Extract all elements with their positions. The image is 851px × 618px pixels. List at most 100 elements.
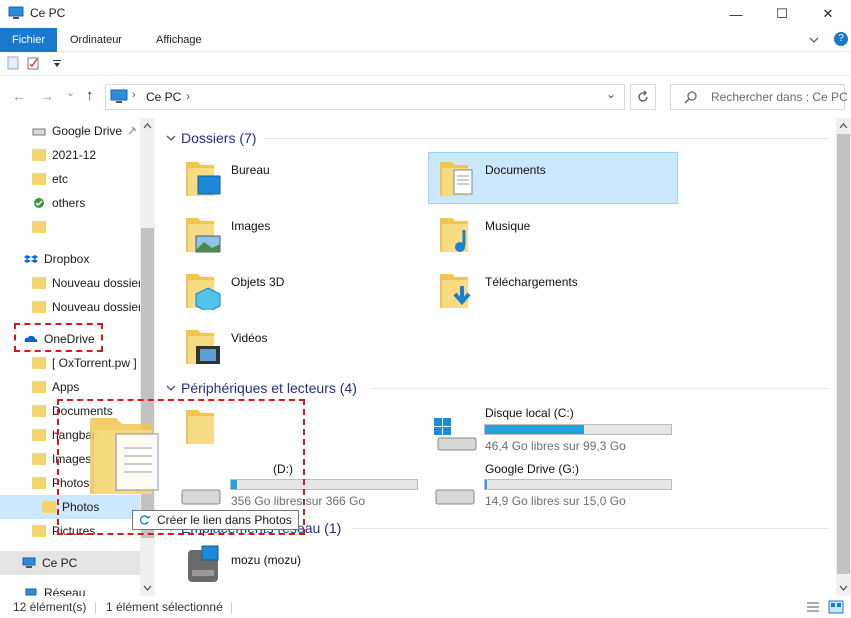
group-divider bbox=[264, 138, 828, 139]
device-label-c[interactable]: Disque local (C:) bbox=[485, 406, 574, 420]
status-selected-count: 1 élément sélectionné bbox=[106, 600, 223, 614]
recent-locations-button[interactable]: ⌄ bbox=[66, 86, 75, 99]
folder-icon bbox=[42, 501, 56, 513]
details-view-icon[interactable] bbox=[806, 601, 820, 613]
drive-icon bbox=[32, 128, 46, 136]
tree-label: Dropbox bbox=[44, 252, 90, 266]
scroll-up-icon[interactable] bbox=[143, 122, 152, 130]
drive-free-c: 46,4 Go libres sur 99,3 Go bbox=[485, 439, 626, 453]
drive-icon bbox=[435, 489, 475, 505]
tree-item-google-drive[interactable]: Google Drive bbox=[0, 119, 140, 143]
3d-objects-folder-icon bbox=[186, 274, 221, 310]
status-item-count: 12 élément(s) bbox=[13, 600, 87, 614]
drive-usage-bar-c bbox=[484, 424, 672, 435]
music-folder-icon bbox=[440, 218, 468, 252]
folder-label-objets-3d[interactable]: Objets 3D bbox=[231, 275, 284, 289]
minimize-button[interactable]: — bbox=[713, 0, 759, 28]
refresh-icon bbox=[638, 90, 648, 102]
back-button[interactable]: ← bbox=[12, 88, 26, 104]
desktop-folder-icon bbox=[186, 162, 221, 196]
search-icon bbox=[684, 91, 697, 104]
device-label-g[interactable]: Google Drive (G:) bbox=[485, 462, 579, 476]
computer-icon bbox=[110, 89, 128, 103]
folder-icon bbox=[32, 405, 46, 417]
properties-icon[interactable] bbox=[7, 56, 19, 70]
windows-drive-icon bbox=[434, 418, 477, 451]
videos-folder-icon bbox=[186, 330, 220, 364]
breadcrumb-chevron-icon[interactable]: › bbox=[186, 89, 190, 103]
folder-icon bbox=[32, 525, 46, 537]
folder-label-musique[interactable]: Musique bbox=[485, 219, 530, 233]
dropbox-icon bbox=[24, 255, 38, 263]
tree-item-reseau[interactable]: Réseau bbox=[0, 581, 140, 596]
highlight-onedrive bbox=[14, 323, 103, 352]
folder-icon bbox=[32, 221, 46, 233]
checklist-icon[interactable] bbox=[27, 56, 41, 70]
status-divider bbox=[95, 602, 96, 614]
address-bar[interactable] bbox=[105, 84, 625, 110]
tab-fichier[interactable]: Fichier bbox=[0, 28, 58, 52]
tree-item-etc[interactable]: etc bbox=[0, 167, 140, 191]
folder-icon bbox=[32, 477, 46, 489]
synced-folder-icon bbox=[34, 198, 44, 208]
network-drive-icon bbox=[188, 545, 219, 582]
drive-usage-fill-c bbox=[485, 425, 584, 434]
tree-item-apps[interactable]: Apps bbox=[0, 375, 140, 399]
tree-item-2021-12[interactable]: 2021-12 bbox=[0, 143, 140, 167]
group-divider bbox=[352, 528, 828, 529]
tree-item-nouveau-dossier[interactable]: Nouveau dossier bbox=[0, 271, 140, 295]
customize-toolbar-icon[interactable] bbox=[52, 60, 62, 68]
tree-label: Apps bbox=[52, 380, 80, 394]
folder-icon bbox=[32, 149, 46, 161]
tree-item-others[interactable]: others bbox=[0, 191, 140, 215]
tree-label: Ce PC bbox=[42, 556, 78, 570]
group-header-folders[interactable]: Dossiers (7) bbox=[181, 130, 256, 146]
large-icons-view-icon[interactable] bbox=[828, 600, 844, 614]
tree-item-ce-pc[interactable]: Ce PC bbox=[0, 551, 140, 575]
quick-access-toolbar bbox=[0, 52, 851, 76]
chevron-down-icon[interactable] bbox=[166, 133, 176, 143]
folder-label-documents[interactable]: Documents bbox=[485, 163, 546, 177]
forward-button[interactable]: → bbox=[40, 88, 54, 104]
group-divider bbox=[372, 388, 828, 389]
tree-label: [ OxTorrent.pw ] bbox=[52, 356, 137, 370]
chevron-down-icon[interactable] bbox=[166, 383, 176, 393]
window-title: Ce PC bbox=[30, 6, 66, 20]
pin-icon bbox=[128, 126, 137, 135]
address-dropdown-button[interactable]: ⌄ bbox=[606, 87, 616, 101]
tree-item-dropbox[interactable]: Dropbox bbox=[0, 247, 140, 271]
computer-icon bbox=[22, 557, 36, 568]
help-button[interactable]: ? bbox=[834, 32, 848, 46]
drive-usage-bar-g bbox=[484, 479, 672, 490]
folder-label-telechargements[interactable]: Téléchargements bbox=[485, 275, 578, 289]
tab-ordinateur[interactable]: Ordinateur bbox=[58, 28, 134, 52]
drag-tooltip-text: Créer le lien dans Photos bbox=[157, 513, 292, 527]
close-button[interactable]: ✕ bbox=[805, 0, 851, 28]
network-icon bbox=[25, 588, 37, 596]
group-header-devices[interactable]: Périphériques et lecteurs (4) bbox=[181, 380, 357, 396]
chevron-down-icon[interactable] bbox=[808, 34, 820, 46]
computer-icon bbox=[8, 6, 24, 19]
up-button[interactable]: ↑ bbox=[86, 87, 94, 104]
folder-icon bbox=[32, 277, 46, 289]
maximize-button[interactable]: ☐ bbox=[759, 0, 805, 28]
tree-item-oxtorrent[interactable]: [ OxTorrent.pw ] bbox=[0, 351, 140, 375]
content-scrollbar-thumb[interactable] bbox=[837, 134, 850, 574]
drive-free-g: 14,9 Go libres sur 15,0 Go bbox=[485, 494, 626, 508]
tab-affichage[interactable]: Affichage bbox=[144, 28, 214, 52]
refresh-button[interactable] bbox=[630, 84, 656, 110]
folder-label-videos[interactable]: Vidéos bbox=[231, 331, 267, 345]
scroll-up-icon[interactable] bbox=[839, 122, 848, 130]
documents-folder-icon bbox=[440, 162, 473, 196]
address-text: Ce PC bbox=[146, 90, 182, 104]
tree-label: Réseau bbox=[44, 586, 86, 596]
scroll-down-icon[interactable] bbox=[839, 584, 848, 592]
network-label-mozu[interactable]: mozu (mozu) bbox=[231, 553, 301, 567]
tree-label: etc bbox=[52, 172, 69, 186]
tree-item-nouveau-dossier[interactable]: Nouveau dossier bbox=[0, 295, 140, 319]
folder-label-images[interactable]: Images bbox=[231, 219, 270, 233]
tree-item-folder[interactable] bbox=[0, 215, 140, 239]
scroll-down-icon[interactable] bbox=[143, 584, 152, 592]
address-chevron-icon[interactable]: › bbox=[132, 89, 136, 101]
folder-label-bureau[interactable]: Bureau bbox=[231, 163, 270, 177]
